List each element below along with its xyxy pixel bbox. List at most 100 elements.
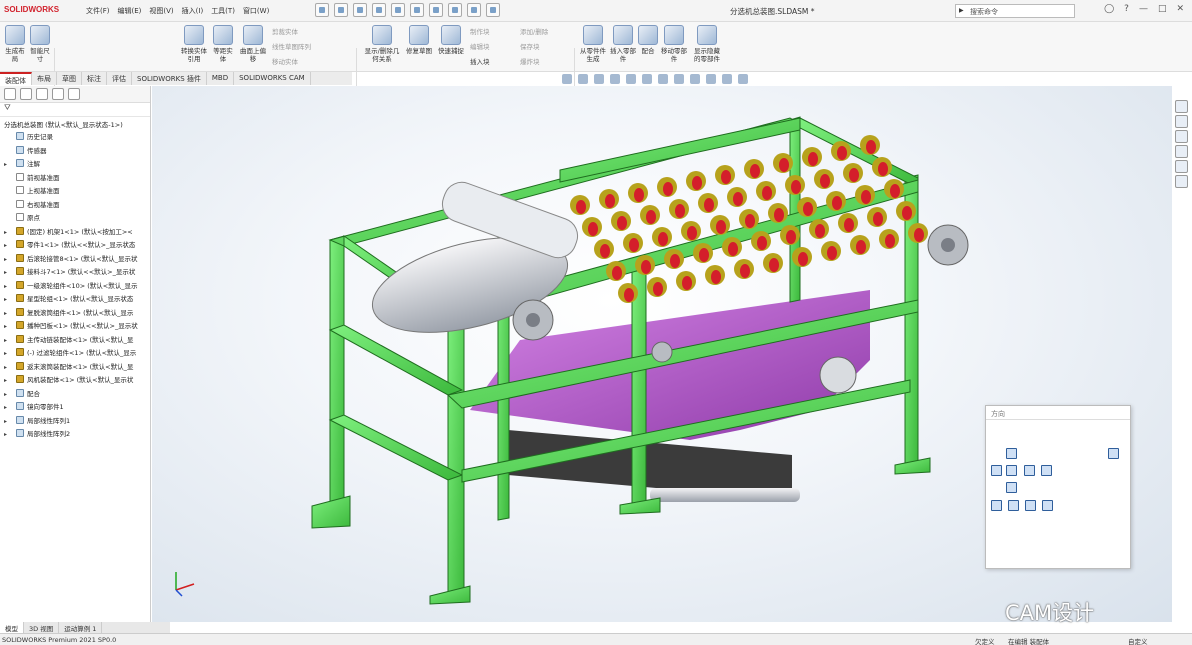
make-block-button[interactable]: 制作块 bbox=[470, 26, 490, 36]
minimize-icon[interactable]: — bbox=[1139, 4, 1148, 14]
menu-insert[interactable]: 插入(I) bbox=[182, 6, 204, 16]
tree-item[interactable]: ▸ 配合 bbox=[0, 388, 150, 402]
view-settings-icon[interactable] bbox=[722, 74, 732, 84]
expand-toggle-icon[interactable]: ▸ bbox=[4, 226, 7, 240]
tree-item[interactable]: 右视基准面 bbox=[0, 199, 150, 213]
expand-toggle-icon[interactable]: ▸ bbox=[4, 280, 7, 294]
display-manager-icon[interactable] bbox=[68, 88, 80, 100]
tree-item[interactable]: ▸ 星型轮组<1> (默认<默认_显示状态 bbox=[0, 293, 150, 307]
redo-icon[interactable] bbox=[429, 3, 443, 17]
options-gear-icon[interactable] bbox=[486, 3, 500, 17]
tab-layout[interactable]: 布局 bbox=[32, 72, 57, 85]
tree-item[interactable]: ▸ 局部线性阵列1 bbox=[0, 415, 150, 429]
edit-appearance-icon[interactable] bbox=[690, 74, 700, 84]
home-icon[interactable] bbox=[315, 3, 329, 17]
tree-item[interactable]: ▸ 风机装配体<1> (默认<默认_显示状 bbox=[0, 374, 150, 388]
menu-edit[interactable]: 编辑(E) bbox=[118, 6, 142, 16]
save-block-button[interactable]: 保存块 bbox=[520, 41, 540, 51]
move-component-button[interactable]: 移动零部件 bbox=[660, 25, 688, 63]
insert-block-button[interactable]: 插入块 bbox=[470, 56, 490, 66]
create-layout-button[interactable]: 生成布局 bbox=[4, 25, 26, 63]
view-palette-icon[interactable] bbox=[1175, 145, 1188, 158]
select-icon[interactable] bbox=[448, 3, 462, 17]
expand-toggle-icon[interactable]: ▸ bbox=[4, 158, 7, 172]
trim-entities-button[interactable]: 剪裁实体 bbox=[272, 26, 298, 36]
tree-item[interactable]: ▸ 注解 bbox=[0, 158, 150, 172]
dynamic-annotation-icon[interactable] bbox=[626, 74, 636, 84]
expand-toggle-icon[interactable]: ▸ bbox=[4, 374, 7, 388]
repair-sketch-button[interactable]: 修复草图 bbox=[404, 25, 434, 55]
expand-toggle-icon[interactable]: ▸ bbox=[4, 347, 7, 361]
two-view-vertical-icon[interactable] bbox=[1025, 500, 1036, 511]
filter-icon[interactable]: ⛛ bbox=[0, 103, 150, 117]
custom-properties-icon[interactable] bbox=[1175, 175, 1188, 188]
four-view-icon[interactable] bbox=[1042, 500, 1053, 511]
isometric-cube-icon[interactable] bbox=[1108, 448, 1119, 459]
bottom-view-icon[interactable] bbox=[1006, 482, 1017, 493]
tab-cam[interactable]: SOLIDWORKS CAM bbox=[234, 72, 311, 85]
add-remove-button[interactable]: 添加/删除 bbox=[520, 26, 548, 36]
tree-item[interactable]: ▸ 返末滚筒装配体<1> (默认<默认_显 bbox=[0, 361, 150, 375]
tab-motion-study[interactable]: 运动算例 1 bbox=[59, 622, 103, 633]
previous-view-icon[interactable] bbox=[594, 74, 604, 84]
display-style-icon[interactable] bbox=[658, 74, 668, 84]
tree-item[interactable]: 历史记录 bbox=[0, 131, 150, 145]
status-units[interactable]: 自定义 bbox=[1128, 636, 1148, 645]
move-entities-button[interactable]: 移动实体 bbox=[272, 56, 298, 66]
apply-scene-icon[interactable] bbox=[706, 74, 716, 84]
display-pane-icon[interactable] bbox=[738, 74, 748, 84]
expand-toggle-icon[interactable]: ▸ bbox=[4, 415, 7, 429]
offset-entities-button[interactable]: 等距实体 bbox=[212, 25, 234, 63]
close-icon[interactable]: ✕ bbox=[1176, 4, 1184, 14]
expand-toggle-icon[interactable]: ▸ bbox=[4, 361, 7, 375]
tree-item[interactable]: ▸ 播种凹板<1> (默认<<默认>_显示状 bbox=[0, 320, 150, 334]
expand-toggle-icon[interactable]: ▸ bbox=[4, 293, 7, 307]
feature-manager-icon[interactable] bbox=[4, 88, 16, 100]
expand-toggle-icon[interactable]: ▸ bbox=[4, 307, 7, 321]
expand-toggle-icon[interactable]: ▸ bbox=[4, 428, 7, 442]
tab-3d-views[interactable]: 3D 视图 bbox=[24, 622, 60, 633]
undo-icon[interactable] bbox=[410, 3, 424, 17]
dimxpert-icon[interactable] bbox=[52, 88, 64, 100]
right-view-icon[interactable] bbox=[1024, 465, 1035, 476]
tab-markup[interactable]: 标注 bbox=[82, 72, 107, 85]
expand-toggle-icon[interactable]: ▸ bbox=[4, 239, 7, 253]
rebuild-icon[interactable] bbox=[467, 3, 481, 17]
restore-icon[interactable]: □ bbox=[1158, 4, 1167, 14]
back-view-icon[interactable] bbox=[1041, 465, 1052, 476]
tree-item[interactable]: 上视基准面 bbox=[0, 185, 150, 199]
expand-toggle-icon[interactable]: ▸ bbox=[4, 334, 7, 348]
smart-dimension-button[interactable]: 智能尺寸 bbox=[28, 25, 52, 63]
open-icon[interactable] bbox=[353, 3, 367, 17]
tree-item[interactable]: ▸ (-) 过滤轮组件<1> (默认<默认_显示 bbox=[0, 347, 150, 361]
display-relations-button[interactable]: 显示/删除几何关系 bbox=[362, 25, 402, 63]
command-search-input[interactable]: 搜索命令 bbox=[955, 4, 1075, 18]
user-icon[interactable]: ◯ bbox=[1104, 4, 1114, 14]
two-view-horizontal-icon[interactable] bbox=[1008, 500, 1019, 511]
offset-on-surface-button[interactable]: 曲面上偏移 bbox=[240, 25, 266, 63]
configuration-manager-icon[interactable] bbox=[36, 88, 48, 100]
tree-item[interactable]: ▸ 零件1<1> (默认<<默认>_显示状态 bbox=[0, 239, 150, 253]
expand-toggle-icon[interactable]: ▸ bbox=[4, 401, 7, 415]
expand-toggle-icon[interactable]: ▸ bbox=[4, 266, 7, 280]
expand-toggle-icon[interactable]: ▸ bbox=[4, 253, 7, 267]
tab-assembly[interactable]: 装配体 bbox=[0, 72, 32, 85]
zoom-area-icon[interactable] bbox=[578, 74, 588, 84]
tree-item[interactable]: ▸ 复脱滚筒组件<1> (默认<默认_显示 bbox=[0, 307, 150, 321]
front-view-icon[interactable] bbox=[1006, 465, 1017, 476]
single-view-icon[interactable] bbox=[991, 500, 1002, 511]
quick-snaps-button[interactable]: 快速捕捉 bbox=[437, 25, 465, 55]
linear-pattern-button[interactable]: 线性草图阵列 bbox=[272, 41, 311, 51]
insert-component-button[interactable]: 插入零部件 bbox=[610, 25, 636, 63]
expand-toggle-icon[interactable]: ▸ bbox=[4, 320, 7, 334]
tree-item[interactable]: ▸ 镜向零部件1 bbox=[0, 401, 150, 415]
menu-window[interactable]: 窗口(W) bbox=[243, 6, 269, 16]
make-part-from-block-button[interactable]: 从零件件生成 bbox=[578, 25, 608, 63]
section-view-icon[interactable] bbox=[610, 74, 620, 84]
tree-item[interactable]: ▸ 一级滚轮组件<10> (默认<默认_显示 bbox=[0, 280, 150, 294]
menu-view[interactable]: 视图(V) bbox=[149, 6, 173, 16]
appearances-icon[interactable] bbox=[1175, 160, 1188, 173]
print-icon[interactable] bbox=[391, 3, 405, 17]
tab-sketch[interactable]: 草图 bbox=[57, 72, 82, 85]
convert-entities-button[interactable]: 转换实体引用 bbox=[180, 25, 208, 63]
